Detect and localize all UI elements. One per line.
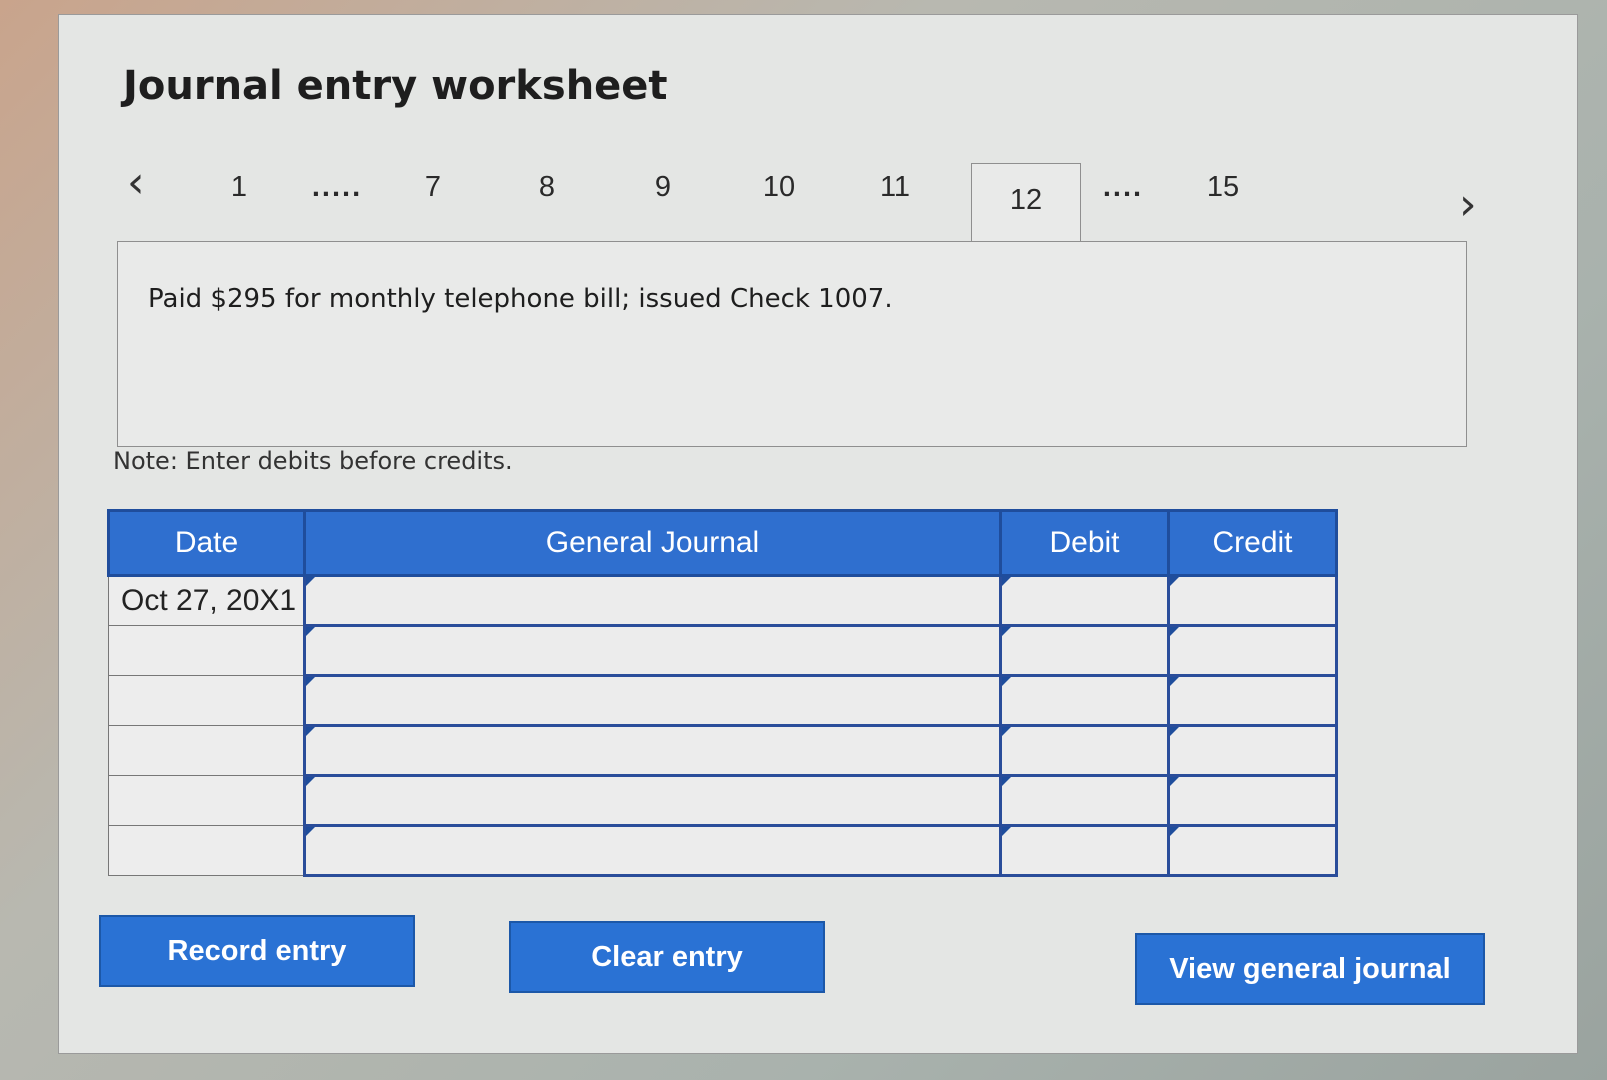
account-cell[interactable] — [303, 774, 1002, 827]
credit-cell[interactable] — [1167, 724, 1338, 777]
debit-input[interactable] — [1002, 777, 1167, 824]
dropdown-flag-icon — [1170, 677, 1179, 686]
record-entry-button[interactable]: Record entry — [99, 915, 415, 987]
account-cell[interactable] — [303, 674, 1002, 727]
dropdown-flag-icon — [306, 627, 315, 636]
dropdown-flag-icon — [1002, 777, 1011, 786]
view-general-journal-button[interactable]: View general journal — [1135, 933, 1485, 1005]
tab-ellipsis-1: ..... — [311, 171, 363, 203]
debit-cell[interactable] — [999, 824, 1170, 877]
debit-input[interactable] — [1002, 677, 1167, 724]
debit-input[interactable] — [1002, 727, 1167, 774]
instruction-note: Note: Enter debits before credits. — [113, 447, 513, 475]
transaction-prompt-box: Paid $295 for monthly telephone bill; is… — [117, 241, 1467, 447]
dropdown-flag-icon — [306, 777, 315, 786]
debit-input[interactable] — [1002, 627, 1167, 674]
account-input[interactable] — [306, 827, 999, 874]
credit-input[interactable] — [1170, 727, 1335, 774]
credit-input[interactable] — [1170, 677, 1335, 724]
column-header-debit: Debit — [999, 509, 1170, 577]
account-input[interactable] — [306, 777, 999, 824]
dropdown-flag-icon — [306, 577, 315, 586]
table-header-row: Date General Journal Debit Credit — [107, 509, 1338, 577]
debit-cell[interactable] — [999, 774, 1170, 827]
dropdown-flag-icon — [1002, 577, 1011, 586]
dropdown-flag-icon — [1002, 627, 1011, 636]
debit-cell[interactable] — [999, 674, 1170, 727]
clear-entry-button[interactable]: Clear entry — [509, 921, 825, 993]
date-cell — [108, 675, 305, 726]
tab-15[interactable]: 15 — [1183, 171, 1263, 204]
account-cell[interactable] — [303, 724, 1002, 777]
tab-10[interactable]: 10 — [739, 171, 819, 204]
account-input[interactable] — [306, 677, 999, 724]
credit-cell[interactable] — [1167, 824, 1338, 877]
column-header-credit: Credit — [1167, 509, 1338, 577]
dropdown-flag-icon — [306, 677, 315, 686]
dropdown-flag-icon — [306, 827, 315, 836]
table-row — [108, 674, 1338, 727]
dropdown-flag-icon — [1002, 727, 1011, 736]
dropdown-flag-icon — [1170, 777, 1179, 786]
chevron-left-icon[interactable]: ‹ — [127, 161, 145, 205]
credit-input[interactable] — [1170, 627, 1335, 674]
dropdown-flag-icon — [1170, 627, 1179, 636]
transaction-tabs: ‹ 1 ..... 7 8 9 10 11 12 .... 15 › — [119, 151, 1519, 255]
credit-input[interactable] — [1170, 777, 1335, 824]
dropdown-flag-icon — [1002, 827, 1011, 836]
date-cell — [108, 725, 305, 776]
credit-cell[interactable] — [1167, 624, 1338, 677]
tab-8[interactable]: 8 — [507, 171, 587, 204]
column-header-general-journal: General Journal — [303, 509, 1002, 577]
account-input[interactable] — [306, 577, 999, 624]
table-row — [108, 774, 1338, 827]
dropdown-flag-icon — [306, 727, 315, 736]
account-cell[interactable] — [303, 624, 1002, 677]
table-row — [108, 824, 1338, 877]
tab-1[interactable]: 1 — [199, 171, 279, 204]
table-row — [108, 724, 1338, 777]
transaction-description: Paid $295 for monthly telephone bill; is… — [148, 284, 893, 314]
account-input[interactable] — [306, 727, 999, 774]
debit-input[interactable] — [1002, 827, 1167, 874]
tab-ellipsis-2: .... — [1102, 171, 1144, 203]
tab-11[interactable]: 11 — [855, 171, 935, 204]
table-row — [108, 624, 1338, 677]
dropdown-flag-icon — [1002, 677, 1011, 686]
tab-7[interactable]: 7 — [393, 171, 473, 204]
date-cell: Oct 27, 20X1 — [108, 575, 305, 626]
debit-cell[interactable] — [999, 574, 1170, 627]
credit-cell[interactable] — [1167, 574, 1338, 627]
account-input[interactable] — [306, 627, 999, 674]
credit-cell[interactable] — [1167, 674, 1338, 727]
page-title: Journal entry worksheet — [123, 63, 668, 109]
debit-input[interactable] — [1002, 577, 1167, 624]
debit-cell[interactable] — [999, 624, 1170, 677]
date-cell — [108, 825, 305, 876]
table-row: Oct 27, 20X1 — [108, 574, 1338, 627]
credit-input[interactable] — [1170, 577, 1335, 624]
date-cell — [108, 775, 305, 826]
dropdown-flag-icon — [1170, 727, 1179, 736]
debit-cell[interactable] — [999, 724, 1170, 777]
journal-worksheet-panel: Journal entry worksheet ‹ 1 ..... 7 8 9 … — [58, 14, 1578, 1054]
journal-entry-table: Date General Journal Debit Credit Oct 27… — [107, 509, 1338, 877]
tab-9[interactable]: 9 — [623, 171, 703, 204]
column-header-date: Date — [107, 509, 306, 577]
account-cell[interactable] — [303, 574, 1002, 627]
credit-input[interactable] — [1170, 827, 1335, 874]
chevron-right-icon[interactable]: › — [1459, 183, 1477, 227]
dropdown-flag-icon — [1170, 827, 1179, 836]
credit-cell[interactable] — [1167, 774, 1338, 827]
dropdown-flag-icon — [1170, 577, 1179, 586]
account-cell[interactable] — [303, 824, 1002, 877]
date-cell — [108, 625, 305, 676]
